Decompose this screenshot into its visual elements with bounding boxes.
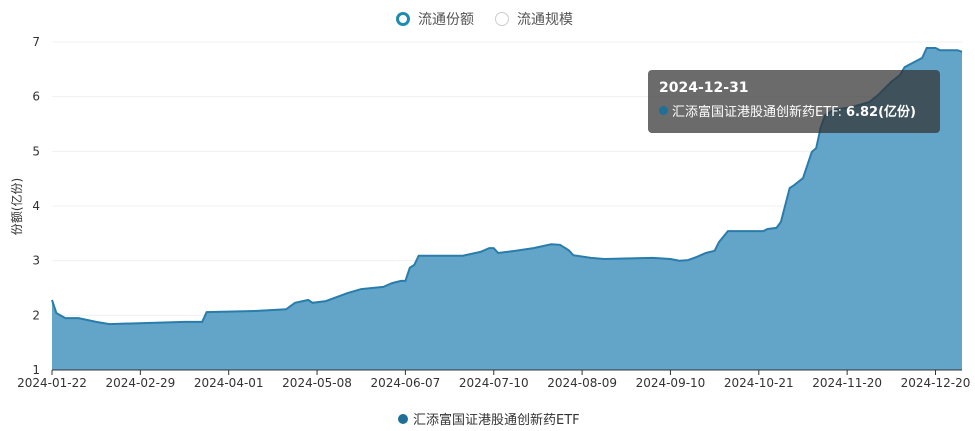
x-tick-label: 2024-02-29	[105, 376, 175, 390]
toggle-circulating-scale[interactable]: 流通规模	[495, 9, 573, 29]
y-tick-label: 6	[32, 90, 40, 104]
tooltip-value: 6.82(亿份)	[846, 105, 916, 120]
legend-item[interactable]: 汇添富国证港股通创新药ETF	[398, 409, 580, 428]
tooltip-series-dot-icon	[659, 106, 668, 115]
x-tick-label: 2024-05-08	[282, 376, 352, 390]
y-axis-label: 份额(亿份)	[10, 177, 25, 236]
y-tick-label: 7	[32, 35, 40, 49]
y-tick-label: 3	[32, 254, 40, 268]
y-tick-label: 5	[32, 144, 40, 158]
x-tick-label: 2024-11-20	[812, 376, 882, 390]
tooltip-series-name: 汇添富国证港股通创新药ETF:	[672, 105, 843, 120]
toggle-label: 流通规模	[517, 12, 573, 28]
x-tick-label: 2024-06-07	[371, 376, 441, 390]
x-tick-label: 2024-08-09	[547, 376, 617, 390]
toggle-label: 流通份额	[418, 12, 474, 28]
y-tick-label: 1	[32, 363, 40, 377]
x-tick-label: 2024-01-22	[17, 376, 87, 390]
x-tick-label: 2024-07-10	[459, 376, 529, 390]
x-tick-label: 2024-04-01	[194, 376, 264, 390]
x-tick-label: 2024-09-10	[636, 376, 706, 390]
legend-label: 汇添富国证港股通创新药ETF	[413, 413, 580, 428]
y-tick-label: 4	[32, 199, 40, 213]
radio-selected-icon	[396, 12, 410, 26]
area-chart: 1 2 3 4 5 6 7 2024-01-22 2024-02-29 2024-04-01 20…	[17, 35, 971, 390]
tooltip: 2024-12-31 汇添富国证港股通创新药ETF: 6.82(亿份)	[648, 70, 940, 133]
y-tick-label: 2	[32, 308, 40, 322]
tooltip-date: 2024-12-31	[659, 80, 749, 96]
legend-dot-icon	[398, 413, 408, 424]
toggle-circulating-shares[interactable]: 流通份额	[396, 9, 474, 29]
radio-unselected-icon	[495, 12, 509, 26]
x-tick-label: 2024-10-21	[724, 376, 794, 390]
x-tick-label: 2024-12-20	[901, 376, 971, 390]
